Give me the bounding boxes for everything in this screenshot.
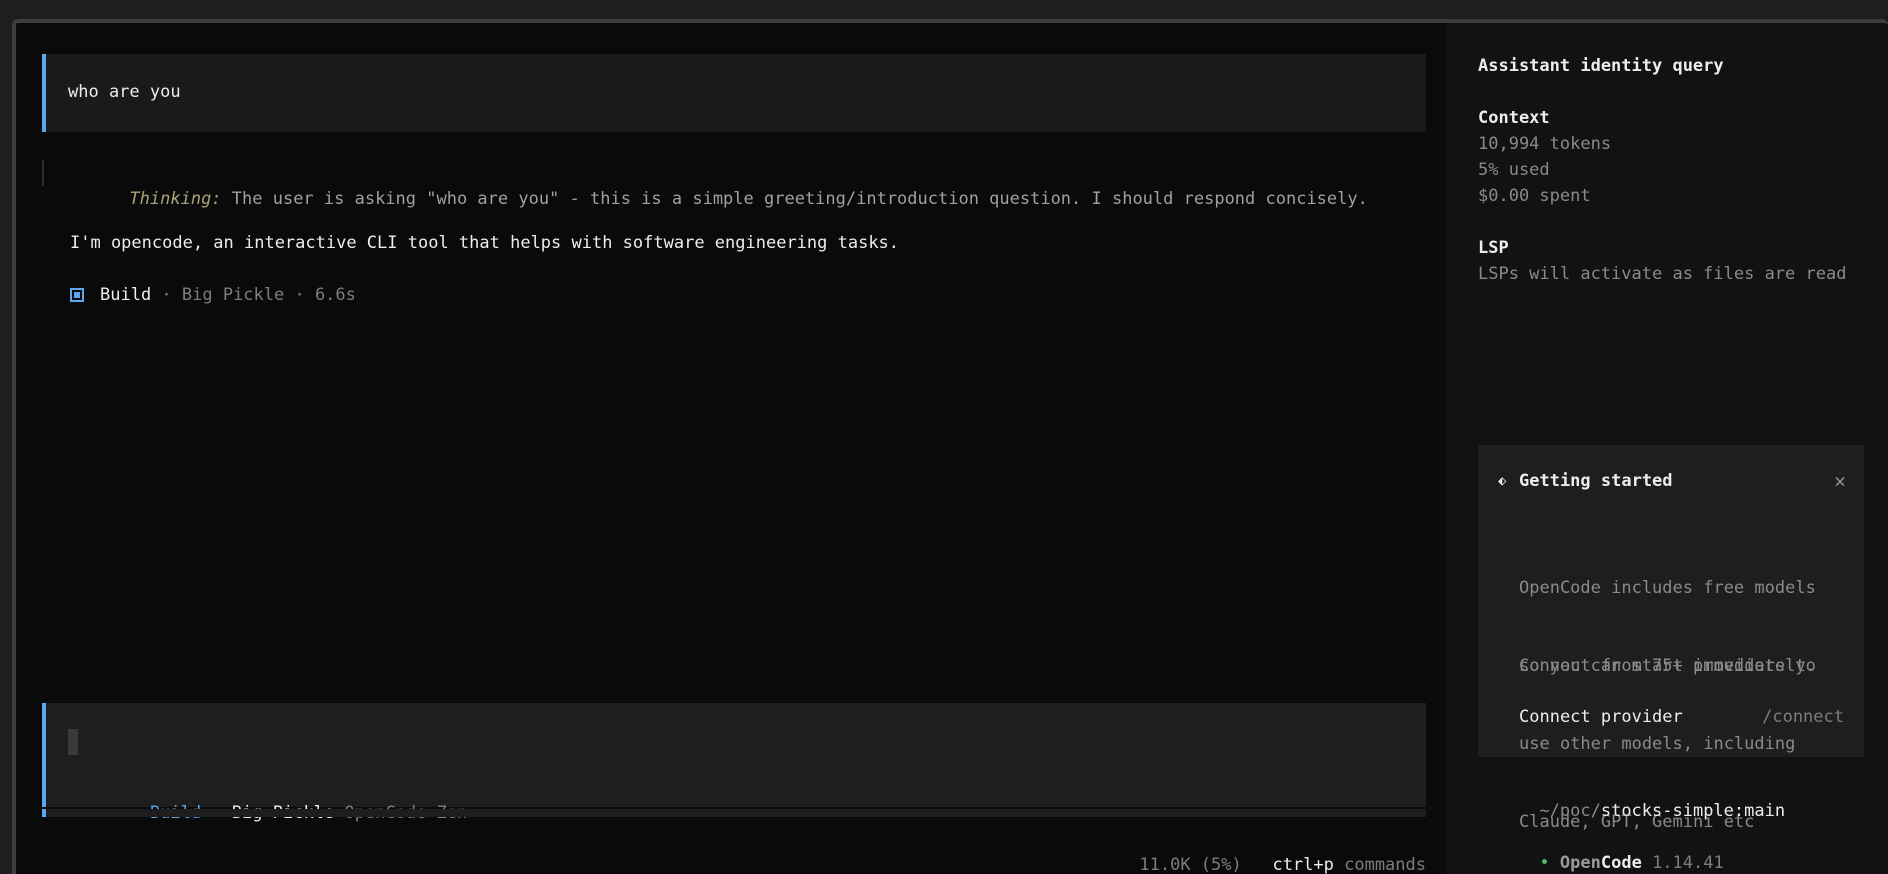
meta-details: · Big Pickle · 6.6s [151,285,356,305]
para-line: Connect from 75+ providers to [1519,656,1816,676]
getting-started-card: ⬖ Getting started × OpenCode includes fr… [1478,445,1864,832]
close-icon[interactable]: × [1834,469,1846,493]
brand-code: Code [1600,853,1642,873]
build-agent-icon [70,288,84,302]
assistant-reply: I'm opencode, an interactive CLI tool th… [70,233,900,253]
lsp-message: LSPs will activate as files are read [1478,264,1847,284]
text-cursor [68,729,78,755]
thinking-text: The user is asking "who are you" - this … [221,189,1368,209]
connect-provider-button[interactable]: Connect provider [1519,707,1683,727]
path-prefix: ~/poc/ [1539,801,1601,821]
session-title: Assistant identity query [1478,56,1724,76]
brand-open: Open [1559,853,1601,873]
getting-started-title: Getting started [1519,471,1673,491]
message-meta: Build · Big Pickle · 6.6s [70,285,356,305]
getting-started-icon: ⬖ [1498,473,1507,489]
usage-indicator: 11.0K (5%) [1139,855,1242,874]
connect-shortcut: /connect [1762,707,1844,727]
context-spent: $0.00 spent [1478,186,1591,206]
thinking-block: Thinking: The user is asking "who are yo… [42,160,1368,209]
commands-shortcut-label: commands [1333,855,1426,874]
context-tokens: 10,994 tokens [1478,134,1612,154]
thinking-label: Thinking: [129,189,222,209]
lsp-heading: LSP [1478,238,1509,258]
para-line: OpenCode includes free models [1519,578,1816,598]
terminal-window: who are you Thinking: The user is asking… [12,19,1888,874]
context-heading: Context [1478,108,1550,128]
version-number: 1.14.41 [1641,853,1724,873]
working-directory: ~/poc/stocks-simple:main [1478,781,1785,841]
input-bottom-edge [42,809,1426,817]
context-used: 5% used [1478,160,1550,180]
sidebar: Assistant identity query Context 10,994 … [1446,23,1888,874]
footer-status: 11.0K (5%) ctrl+p commands [1078,835,1426,874]
user-message-text: who are you [68,82,181,102]
commands-shortcut-key[interactable]: ctrl+p [1272,855,1333,874]
status-dot-icon: • [1539,853,1550,873]
repo-branch: stocks-simple:main [1600,801,1786,821]
user-message: who are you [42,54,1426,132]
meta-agent: Build [100,285,152,305]
chat-pane: who are you Thinking: The user is asking… [16,23,1446,874]
app-version: • OpenCode 1.14.41 [1478,833,1724,874]
para-line: use other models, including [1519,734,1796,754]
prompt-input[interactable]: Build · Big Pickle OpenCode Zen [42,703,1426,823]
